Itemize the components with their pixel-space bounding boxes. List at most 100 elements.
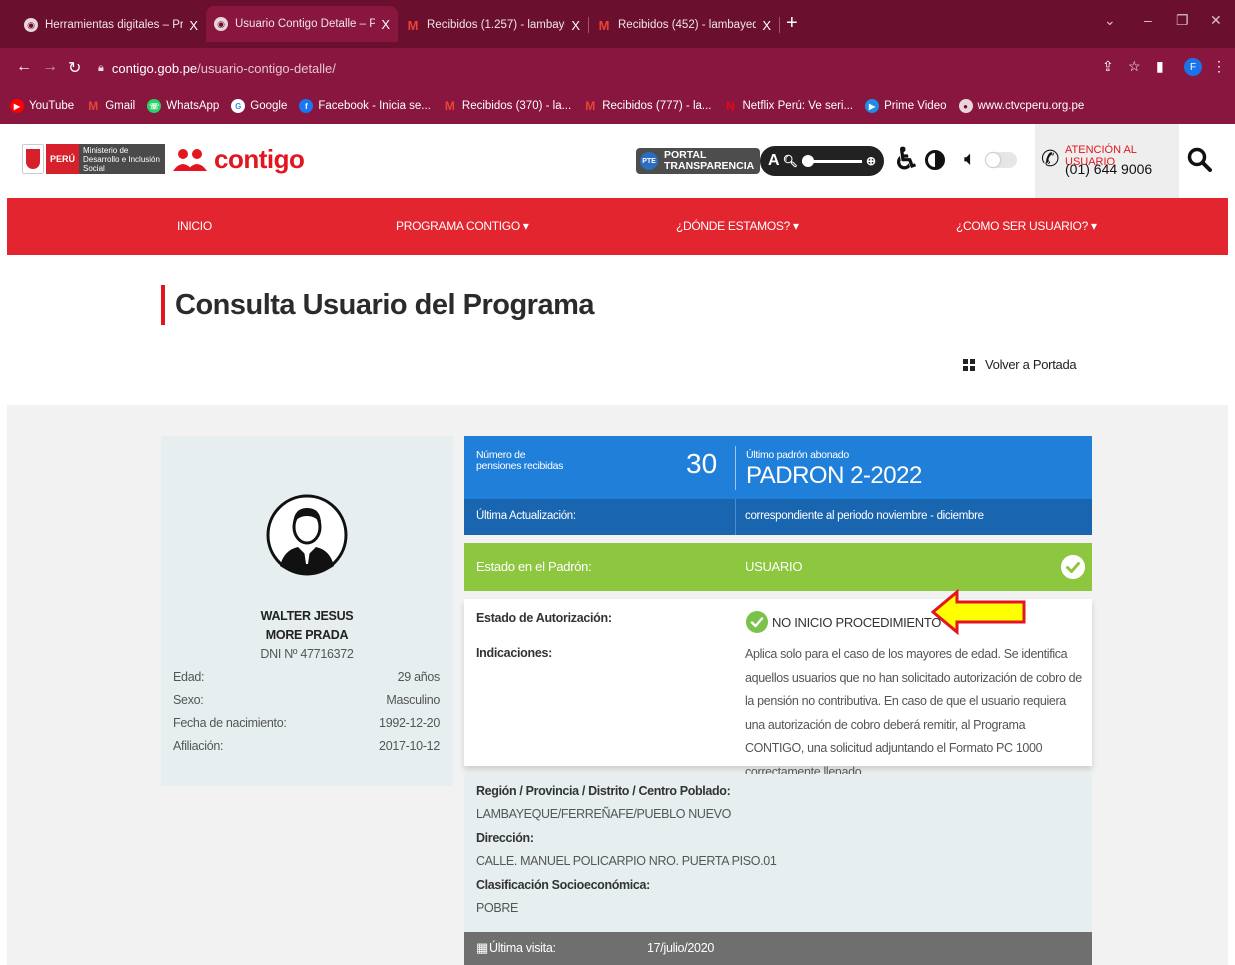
address-value: CALLE. MANUEL POLICARPIO NRO. PUERTA PIS… bbox=[476, 854, 777, 868]
profile-avatar[interactable]: F bbox=[1184, 58, 1202, 76]
back-arrow-icon[interactable]: ← bbox=[16, 58, 32, 76]
bookmark-item[interactable]: M Gmail bbox=[86, 99, 135, 113]
close-icon[interactable]: X bbox=[189, 18, 198, 33]
divider bbox=[735, 446, 736, 490]
search-icon[interactable] bbox=[1186, 146, 1214, 174]
attention-box[interactable]: ✆ ATENCIÓN AL USUARIO (01) 644 9006 bbox=[1035, 124, 1179, 198]
speaker-icon[interactable]: 🔈︎ bbox=[964, 148, 976, 171]
pensions-label: Número de pensiones recibidas bbox=[476, 450, 563, 472]
window-close-icon[interactable]: ✕ bbox=[1210, 12, 1222, 29]
nav-donde-estamos[interactable]: ¿DÓNDE ESTAMOS? ▾ bbox=[676, 219, 799, 233]
padron-status-label: Estado en el Padrón: bbox=[476, 559, 592, 574]
portal-label-line2: TRANSPARENCIA bbox=[664, 160, 755, 172]
restore-icon[interactable]: ❐ bbox=[1176, 12, 1189, 29]
bookmark-favicon-icon: ☏ bbox=[147, 99, 162, 113]
portal-transparencia-button[interactable]: PTE PORTAL TRANSPARENCIA bbox=[636, 148, 761, 174]
bookmark-favicon-icon: N bbox=[726, 99, 735, 113]
authorization-label: Estado de Autorización: bbox=[476, 611, 612, 625]
bookmark-item[interactable]: f Facebook - Inicia se... bbox=[299, 99, 431, 113]
back-to-home-link[interactable]: Volver a Portada bbox=[963, 357, 1077, 372]
browser-tab-recibidos-452[interactable]: M Recibidos (452) - lambayeque.1ci X bbox=[589, 8, 779, 42]
contrast-icon[interactable] bbox=[925, 150, 945, 170]
pensions-label-line2: pensiones recibidas bbox=[476, 460, 564, 472]
globe-icon: ◉ bbox=[24, 18, 38, 32]
attention-phone: (01) 644 9006 bbox=[1065, 161, 1153, 177]
bookmark-item[interactable]: ● www.ctvcperu.org.pe bbox=[958, 99, 1085, 113]
bookmark-item[interactable]: M Recibidos (777) - la... bbox=[583, 99, 711, 113]
padron-status-bar: Estado en el Padrón: USUARIO bbox=[464, 543, 1092, 591]
profile-field-label: Sexo: bbox=[173, 693, 204, 707]
bookmark-item[interactable]: ▶ YouTube bbox=[10, 99, 74, 113]
nav-programa-contigo[interactable]: PROGRAMA CONTIGO ▾ bbox=[396, 219, 529, 233]
share-icon[interactable]: ⇪ bbox=[1102, 58, 1114, 75]
lock-icon: 🔒︎ bbox=[98, 61, 104, 74]
text-zoom-slider[interactable]: A 🔍︎ ⊕ bbox=[760, 146, 884, 176]
bookmark-item[interactable]: G Google bbox=[231, 99, 287, 113]
minimize-icon[interactable]: – bbox=[1144, 12, 1152, 28]
indications-text: Aplica solo para el caso de los mayores … bbox=[745, 647, 1082, 779]
region-value: LAMBAYEQUE/FERREÑAFE/PUEBLO NUEVO bbox=[476, 807, 731, 821]
url-path: /usuario-contigo-detalle/ bbox=[197, 60, 336, 76]
profile-field-value: 29 años bbox=[397, 670, 441, 684]
peru-shield-icon bbox=[22, 144, 44, 174]
url-field[interactable]: 🔒︎ contigo.gob.pe/usuario-contigo-detall… bbox=[98, 56, 1098, 80]
check-circle-icon bbox=[746, 611, 768, 633]
profile-row-fecha-nacimiento: Fecha de nacimiento: 1992-12-20 bbox=[173, 716, 440, 730]
tab-search-icon[interactable]: ⌄ bbox=[1104, 12, 1116, 29]
close-icon[interactable]: X bbox=[762, 18, 771, 33]
profile-field-label: Fecha de nacimiento: bbox=[173, 716, 287, 730]
bookmark-item[interactable]: ▶ Prime Video bbox=[865, 99, 947, 113]
nav-inicio[interactable]: INICIO bbox=[177, 219, 212, 233]
site-header: PERÚ Ministerio de Desarrollo e Inclusió… bbox=[0, 124, 1235, 198]
accessibility-icon[interactable]: ♿︎ bbox=[893, 142, 920, 177]
authorization-status: NO INICIO PROCEDIMIENTO bbox=[746, 611, 941, 633]
audio-toggle[interactable] bbox=[985, 152, 1017, 168]
tab-title: Recibidos (1.257) - lambayeque.1 bbox=[427, 19, 565, 31]
reload-icon[interactable]: ↻ bbox=[68, 58, 81, 78]
bookmark-item[interactable]: ☏ WhatsApp bbox=[147, 99, 219, 113]
last-padron-label: Último padrón abonado bbox=[746, 449, 849, 461]
highlight-arrow bbox=[930, 588, 1026, 636]
profile-field-label: Edad: bbox=[173, 670, 205, 684]
bookmark-item[interactable]: N Netflix Perú: Ve seri... bbox=[723, 99, 853, 113]
pension-summary-box: Número de pensiones recibidas 30 Último … bbox=[464, 436, 1092, 499]
browser-menu-icon[interactable]: ⋮ bbox=[1212, 58, 1226, 75]
bookmark-label: Gmail bbox=[105, 100, 136, 112]
bookmark-label: YouTube bbox=[29, 100, 75, 112]
bookmark-item[interactable]: M Recibidos (370) - la... bbox=[443, 99, 571, 113]
browser-tab-usuario-contigo[interactable]: ◉ Usuario Contigo Detalle – Progra X bbox=[206, 6, 398, 42]
back-to-home-label: Volver a Portada bbox=[985, 357, 1077, 372]
nav-como-ser-usuario[interactable]: ¿COMO SER USUARIO? ▾ bbox=[956, 219, 1097, 233]
url-host: contigo.gob.pe bbox=[111, 60, 198, 76]
user-profile-card: WALTER JESUS MORE PRADA DNI Nº 47716372 … bbox=[161, 436, 453, 786]
side-panel-icon[interactable]: ▮ bbox=[1156, 58, 1164, 75]
zoom-knob[interactable] bbox=[801, 154, 814, 167]
bookmark-label: Facebook - Inicia se... bbox=[318, 100, 431, 112]
bookmark-star-icon[interactable]: ☆ bbox=[1128, 58, 1141, 75]
bookmark-favicon-icon: M bbox=[444, 99, 455, 113]
bookmark-label: WhatsApp bbox=[166, 100, 220, 112]
user-dni: DNI Nº 47716372 bbox=[260, 647, 354, 661]
browser-tab-recibidos-1257[interactable]: M Recibidos (1.257) - lambayeque.1 X bbox=[398, 8, 588, 42]
bookmarks-bar: ▶ YouTube M Gmail ☏ WhatsApp G Google f Facebook … bbox=[0, 88, 1235, 124]
forward-arrow-icon[interactable]: → bbox=[42, 58, 58, 76]
last-update-label: Última Actualización: bbox=[476, 510, 576, 522]
profile-field-value: Masculino bbox=[386, 693, 440, 707]
bookmark-label: www.ctvcperu.org.pe bbox=[977, 100, 1085, 112]
tab-title: Herramientas digitales – Progran bbox=[45, 19, 184, 31]
last-visit-value: 17/julio/2020 bbox=[647, 941, 714, 955]
close-icon[interactable]: X bbox=[381, 17, 390, 32]
new-tab-button[interactable]: + bbox=[786, 12, 798, 35]
zoom-track[interactable] bbox=[801, 154, 862, 167]
peru-ministry-logo[interactable]: PERÚ Ministerio de Desarrollo e Inclusió… bbox=[22, 141, 166, 177]
contigo-logo[interactable]: contigo bbox=[172, 144, 305, 175]
bookmark-favicon-icon: M bbox=[88, 99, 99, 113]
browser-tab-herramientas[interactable]: ◉ Herramientas digitales – Progran X bbox=[16, 8, 206, 42]
zoom-out-icon[interactable]: 🔍︎ bbox=[783, 154, 798, 168]
padron-status-value: USUARIO bbox=[745, 559, 803, 574]
tab-title: Usuario Contigo Detalle – Progra bbox=[235, 18, 376, 30]
zoom-in-icon[interactable]: ⊕ bbox=[866, 154, 876, 168]
bookmark-favicon-icon: ● bbox=[958, 99, 973, 113]
close-icon[interactable]: X bbox=[571, 18, 580, 33]
profile-row-sexo: Sexo: Masculino bbox=[173, 693, 440, 707]
